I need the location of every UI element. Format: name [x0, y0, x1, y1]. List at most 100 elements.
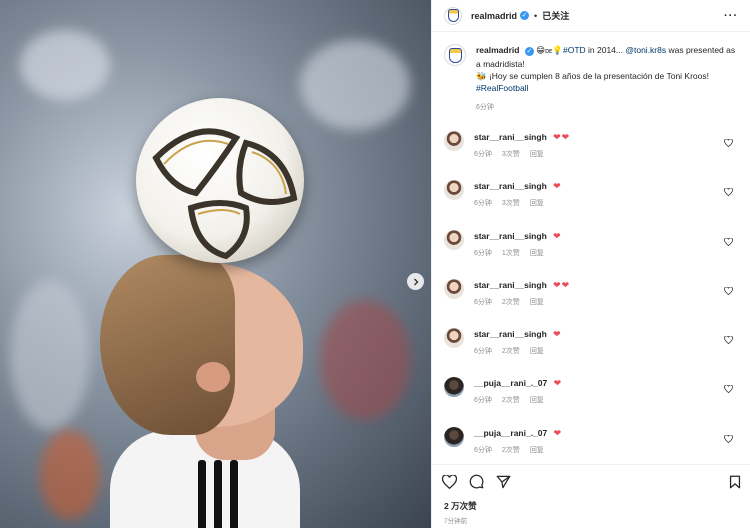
commenter-username[interactable]: star__rani__singh [474, 280, 547, 290]
header-username[interactable]: realmadrid [471, 11, 517, 21]
comment-item: star__rani__singh ❤❤ 6分钟 2次赞 回复 [444, 269, 738, 318]
comment-likes[interactable]: 3次赞 [502, 198, 520, 208]
reply-button[interactable]: 回复 [530, 248, 544, 258]
verified-icon: ✓ [520, 11, 530, 20]
heart-icon [442, 474, 457, 489]
hashtag-otd-link[interactable]: #OTD [563, 45, 586, 55]
comment-likes[interactable]: 2次赞 [502, 346, 520, 356]
commenter-avatar[interactable] [444, 180, 464, 201]
comment-time[interactable]: 6分钟 [474, 248, 492, 258]
post-photo[interactable] [0, 0, 431, 528]
reply-button[interactable]: 回复 [530, 297, 544, 307]
commenter-avatar[interactable] [444, 328, 464, 349]
commenter-username[interactable]: __puja__rani_._07 [474, 428, 547, 438]
realmadrid-avatar[interactable] [444, 44, 466, 66]
comment-likes[interactable]: 2次赞 [502, 297, 520, 307]
caption-time[interactable]: 6分钟 [476, 102, 738, 114]
chevron-right-icon [413, 278, 418, 285]
comment-time[interactable]: 6分钟 [474, 297, 492, 307]
caption-text: ¡Hoy se cumplen 8 años de la presentació… [486, 71, 709, 81]
hashtag-realfootball-link[interactable]: #RealFootball [476, 83, 528, 93]
comment-item: star__rani__singh ❤ 6分钟 3次赞 回复 [444, 170, 738, 219]
comment-item: star__rani__singh ❤ 6分钟 1次赞 回复 [444, 220, 738, 269]
heart-emoji: ❤❤ [553, 279, 571, 290]
paper-plane-icon [496, 475, 511, 488]
heart-icon[interactable] [724, 237, 733, 246]
comment-item: __puja__rani_._07 ❤ 6分钟 2次赞 回复 [444, 367, 738, 416]
caption-text: in 2014... [585, 45, 626, 55]
reply-button[interactable]: 回复 [530, 149, 544, 159]
comment-time[interactable]: 6分钟 [474, 198, 492, 208]
comment-thread: realmadrid ✓ 😁ᴅᴇ💡#OTD in 2014... @toni.k… [432, 32, 750, 466]
save-button[interactable] [729, 475, 741, 489]
heart-icon[interactable] [724, 286, 733, 295]
background-bokeh [10, 280, 90, 430]
share-button[interactable] [496, 475, 511, 489]
heart-icon[interactable] [724, 385, 733, 394]
comment-time[interactable]: 6分钟 [474, 445, 492, 455]
instagram-post: realmadrid ✓ • 已关注 ··· realmadrid ✓ 😁ᴅᴇ💡… [0, 0, 750, 528]
header-separator: • [534, 10, 538, 21]
comment-button[interactable] [469, 474, 484, 489]
heart-emoji: ❤❤ [553, 132, 571, 142]
comment-bubble-icon [469, 474, 484, 489]
reply-button[interactable]: 回复 [530, 395, 544, 405]
background-bokeh [300, 40, 410, 130]
commenter-username[interactable]: star__rani__singh [474, 181, 547, 191]
heart-icon[interactable] [724, 434, 733, 443]
heart-icon[interactable] [724, 139, 733, 147]
comments-panel: realmadrid ✓ • 已关注 ··· realmadrid ✓ 😁ᴅᴇ💡… [431, 0, 750, 528]
reply-button[interactable]: 回复 [530, 346, 544, 356]
comment-item: __puja__rani_._07 ❤ 6分钟 2次赞 回复 [444, 417, 738, 466]
commenter-avatar[interactable] [444, 278, 464, 299]
commenter-username[interactable]: __puja__rani_._07 [474, 378, 547, 388]
comment-time[interactable]: 6分钟 [474, 346, 492, 356]
commenter-username[interactable]: star__rani__singh [474, 132, 547, 142]
commenter-avatar[interactable] [444, 229, 464, 250]
commenter-avatar[interactable] [444, 131, 464, 151]
football [136, 98, 304, 263]
reply-button[interactable]: 回复 [530, 198, 544, 208]
comment-likes[interactable]: 3次赞 [502, 149, 520, 159]
heart-emoji: ❤ [553, 378, 563, 389]
heart-emoji: ❤ [553, 329, 562, 340]
football-pattern [152, 128, 298, 260]
comment-likes[interactable]: 1次赞 [502, 248, 520, 258]
player-hair [100, 255, 235, 435]
comment-item: star__rani__singh ❤ 6分钟 2次赞 回复 [444, 318, 738, 367]
following-button[interactable]: 已关注 [542, 9, 569, 22]
commenter-username[interactable]: star__rani__singh [474, 231, 547, 241]
commenter-avatar[interactable] [444, 377, 464, 398]
bookmark-icon [729, 475, 741, 488]
like-button[interactable] [442, 474, 457, 489]
heart-emoji: ❤ [553, 427, 563, 438]
post-header: realmadrid ✓ • 已关注 ··· [432, 0, 750, 32]
verified-icon: ✓ [524, 47, 534, 56]
more-options-icon[interactable]: ··· [724, 10, 738, 22]
post-caption: realmadrid ✓ 😁ᴅᴇ💡#OTD in 2014... @toni.k… [444, 32, 738, 114]
caption-emoji: 🐝 [476, 71, 487, 81]
comment-likes[interactable]: 2次赞 [502, 445, 520, 455]
heart-icon[interactable] [724, 336, 733, 345]
jersey-stripes [198, 460, 248, 528]
comment-time[interactable]: 6分钟 [474, 395, 492, 405]
next-photo-button[interactable] [407, 273, 424, 290]
heart-emoji: ❤ [553, 181, 562, 192]
posted-time[interactable]: 7分钟前 [444, 515, 467, 525]
caption-emoji: 😁 [536, 45, 546, 55]
likes-count[interactable]: 2 万次赞 [444, 500, 477, 512]
commenter-avatar[interactable] [444, 426, 464, 447]
comment-item: star__rani__singh ❤❤ 6分钟 3次赞 回复 [444, 121, 738, 170]
mention-link[interactable]: @toni.kr8s [625, 45, 666, 55]
background-bokeh [20, 30, 110, 100]
heart-icon[interactable] [724, 188, 733, 197]
caption-emoji: 💡 [552, 45, 563, 55]
reply-button[interactable]: 回复 [530, 445, 544, 455]
caption-username[interactable]: realmadrid [476, 45, 519, 55]
comment-time[interactable]: 6分钟 [474, 149, 492, 159]
post-action-bar [432, 464, 750, 498]
commenter-username[interactable]: star__rani__singh [474, 329, 547, 339]
realmadrid-avatar[interactable] [444, 6, 462, 25]
comment-likes[interactable]: 2次赞 [502, 395, 520, 405]
background-bokeh [320, 300, 410, 420]
